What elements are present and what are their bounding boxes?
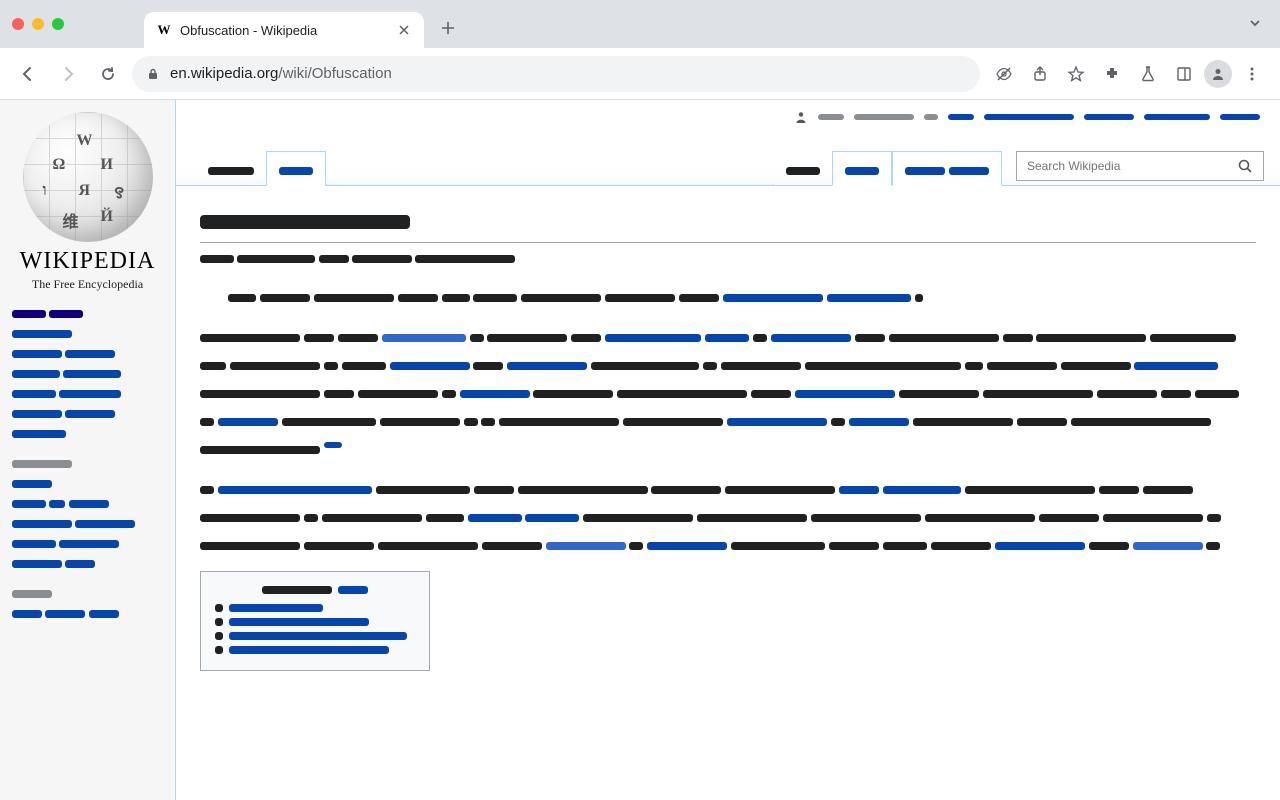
share-icon[interactable] xyxy=(1024,58,1056,90)
tab-title: Obfuscation - Wikipedia xyxy=(180,23,388,38)
sidebar-item[interactable] xyxy=(12,476,163,490)
site-lock-icon xyxy=(146,67,160,81)
browser-tab[interactable]: W Obfuscation - Wikipedia xyxy=(144,12,424,48)
tab-edit[interactable] xyxy=(832,151,892,186)
chrome-menu-icon[interactable] xyxy=(1236,58,1268,90)
wiki-content xyxy=(176,100,1280,800)
sidebar-item[interactable] xyxy=(12,306,163,320)
nav-forward-button[interactable] xyxy=(52,58,84,90)
wiki-wordmark: WIKIPEDIA xyxy=(12,248,163,275)
wiki-logo[interactable]: W Ω И ו Я ꯱ 维 Й WIKIPEDIA The Free Encyc… xyxy=(12,112,163,292)
sidebar-item[interactable] xyxy=(12,386,163,400)
wiki-search-input[interactable] xyxy=(1027,159,1233,173)
article-body xyxy=(176,186,1280,798)
sidebar-heading xyxy=(12,586,163,600)
wiki-sidebar: W Ω И ו Я ꯱ 维 Й WIKIPEDIA The Free Encyc… xyxy=(0,100,176,800)
bookmark-star-icon[interactable] xyxy=(1060,58,1092,90)
wiki-globe-icon: W Ω И ו Я ꯱ 维 Й xyxy=(23,112,153,242)
page-content: W Ω И ו Я ꯱ 维 Й WIKIPEDIA The Free Encyc… xyxy=(0,100,1280,800)
wiki-userbar xyxy=(794,110,1260,124)
sidebar-item[interactable] xyxy=(12,536,163,550)
browser-tabstrip: W Obfuscation - Wikipedia xyxy=(0,0,1280,48)
window-controls xyxy=(12,18,64,30)
tab-history[interactable] xyxy=(892,151,1002,186)
tab-read[interactable] xyxy=(774,152,832,185)
extensions-icon[interactable] xyxy=(1096,58,1128,90)
window-close[interactable] xyxy=(12,18,24,30)
wiki-page-tabs xyxy=(176,146,1280,186)
toc-item[interactable] xyxy=(215,618,415,626)
window-minimize[interactable] xyxy=(32,18,44,30)
sidebar-nav xyxy=(12,306,163,620)
profile-avatar[interactable] xyxy=(1204,60,1232,88)
article-paragraph xyxy=(200,323,1256,463)
address-bar[interactable]: en.wikipedia.org/wiki/Obfuscation xyxy=(132,56,980,92)
toc-item[interactable] xyxy=(215,632,415,640)
wiki-search[interactable] xyxy=(1016,151,1264,181)
toc-item[interactable] xyxy=(215,646,415,654)
url-text: en.wikipedia.org/wiki/Obfuscation xyxy=(170,65,392,82)
toc-item[interactable] xyxy=(215,604,415,612)
new-tab-button[interactable] xyxy=(434,14,462,42)
article-paragraph xyxy=(200,283,1256,311)
sidebar-item[interactable] xyxy=(12,326,163,340)
window-zoom[interactable] xyxy=(52,18,64,30)
wiki-tagline: The Free Encyclopedia xyxy=(12,277,163,292)
sidebar-heading xyxy=(12,456,163,470)
tab-close-icon[interactable] xyxy=(396,22,412,38)
toc-title xyxy=(215,582,415,596)
sidebar-item[interactable] xyxy=(12,516,163,530)
user-icon[interactable] xyxy=(794,110,808,124)
browser-toolbar: en.wikipedia.org/wiki/Obfuscation xyxy=(0,48,1280,100)
userbar-item[interactable] xyxy=(984,111,1074,123)
userbar-item[interactable] xyxy=(818,111,844,123)
nav-reload-button[interactable] xyxy=(92,58,124,90)
sidebar-item[interactable] xyxy=(12,346,163,360)
tab-article[interactable] xyxy=(196,152,266,185)
userbar-item[interactable] xyxy=(948,111,974,123)
sidebar-item[interactable] xyxy=(12,406,163,420)
userbar-item[interactable] xyxy=(1144,111,1210,123)
tab-talk[interactable] xyxy=(266,151,326,186)
sidebar-item[interactable] xyxy=(12,556,163,570)
userbar-item[interactable] xyxy=(854,111,914,123)
eye-off-icon[interactable] xyxy=(988,58,1020,90)
article-title xyxy=(200,204,1256,243)
userbar-item[interactable] xyxy=(1084,111,1134,123)
userbar-item[interactable] xyxy=(924,111,938,123)
article-subline xyxy=(200,251,1256,265)
nav-back-button[interactable] xyxy=(12,58,44,90)
userbar-item[interactable] xyxy=(1220,111,1260,123)
sidebar-item[interactable] xyxy=(12,366,163,380)
sidebar-item[interactable] xyxy=(12,496,163,510)
article-paragraph xyxy=(200,475,1256,559)
sidepanel-icon[interactable] xyxy=(1168,58,1200,90)
tabstrip-chevron-icon[interactable] xyxy=(1248,16,1262,30)
tab-favicon: W xyxy=(156,22,172,38)
search-icon[interactable] xyxy=(1233,158,1257,174)
toc-box xyxy=(200,571,430,671)
labs-icon[interactable] xyxy=(1132,58,1164,90)
sidebar-item[interactable] xyxy=(12,606,163,620)
sidebar-item[interactable] xyxy=(12,426,163,440)
